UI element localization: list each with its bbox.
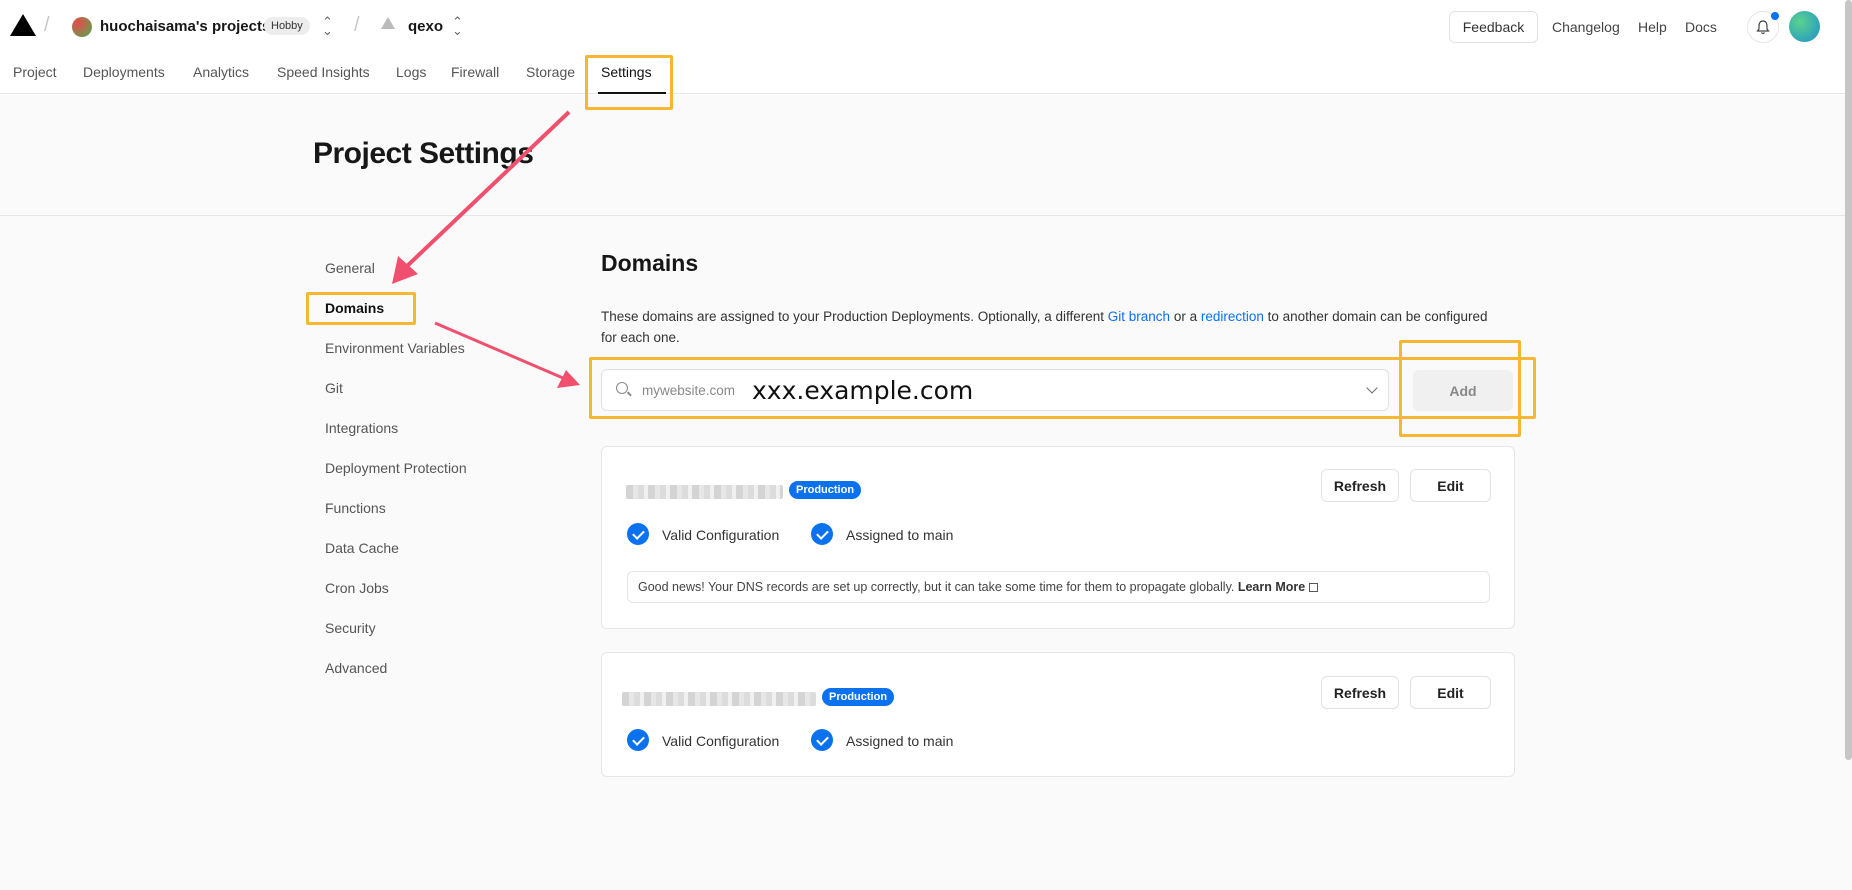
check-circle-icon <box>627 729 649 751</box>
edit-button[interactable]: Edit <box>1410 469 1491 502</box>
domains-description: These domains are assigned to your Produ… <box>601 306 1501 348</box>
user-avatar[interactable] <box>1789 11 1820 42</box>
edit-button[interactable]: Edit <box>1410 676 1491 709</box>
redacted-domain-name[interactable] <box>626 485 783 499</box>
notification-dot <box>1771 12 1779 20</box>
sidebar-item-general[interactable]: General <box>325 260 375 276</box>
sidebar-item-cron-jobs[interactable]: Cron Jobs <box>325 580 389 596</box>
help-link[interactable]: Help <box>1638 19 1667 35</box>
check-circle-icon <box>811 729 833 751</box>
check-circle-icon <box>811 523 833 545</box>
valid-configuration-label: Valid Configuration <box>662 527 780 543</box>
external-link-icon <box>1309 583 1319 592</box>
project-name[interactable]: qexo <box>408 18 443 35</box>
project-tabs: Project Deployments Analytics Speed Insi… <box>0 56 1852 94</box>
dns-note-text: Good news! Your DNS records are set up c… <box>638 580 1238 594</box>
tab-speed-insights[interactable]: Speed Insights <box>277 64 370 80</box>
production-badge: Production <box>822 688 895 706</box>
docs-link[interactable]: Docs <box>1685 19 1717 35</box>
sidebar-item-security[interactable]: Security <box>325 620 376 636</box>
breadcrumb-separator: / <box>44 14 50 36</box>
highlight-domain-input <box>589 357 1536 419</box>
domain-card: Production Refresh Edit Valid Configurat… <box>601 446 1515 629</box>
domain-card: Production Refresh Edit Valid Configurat… <box>601 652 1515 777</box>
desc-text: or a <box>1170 309 1201 324</box>
highlight-add-button <box>1399 340 1521 437</box>
git-branch-link[interactable]: Git branch <box>1108 309 1170 324</box>
page-header: Project Settings <box>0 95 1852 216</box>
page-title: Project Settings <box>313 137 534 170</box>
assigned-to-main-label: Assigned to main <box>846 733 954 749</box>
tab-project[interactable]: Project <box>13 64 57 80</box>
valid-configuration-label: Valid Configuration <box>662 733 780 749</box>
assigned-to-main-label: Assigned to main <box>846 527 954 543</box>
domains-title: Domains <box>601 250 699 276</box>
team-switcher-icon[interactable]: ⌃ ⌄ <box>322 15 333 37</box>
sidebar-item-advanced[interactable]: Advanced <box>325 660 387 676</box>
page-scrollbar[interactable] <box>1845 0 1852 760</box>
tab-logs[interactable]: Logs <box>396 64 426 80</box>
highlight-settings-tab <box>585 55 673 110</box>
sidebar-item-git[interactable]: Git <box>325 380 343 396</box>
sidebar-item-deployment-protection[interactable]: Deployment Protection <box>325 460 467 476</box>
top-header: / huochaisama's projects Hobby ⌃ ⌄ / qexo… <box>0 0 1852 55</box>
tab-deployments[interactable]: Deployments <box>83 64 165 80</box>
sidebar-item-data-cache[interactable]: Data Cache <box>325 540 399 556</box>
tab-storage[interactable]: Storage <box>526 64 575 80</box>
production-badge: Production <box>789 481 862 499</box>
breadcrumb-separator: / <box>354 14 360 36</box>
redirection-link[interactable]: redirection <box>1201 309 1264 324</box>
project-icon <box>381 17 395 29</box>
refresh-button[interactable]: Refresh <box>1321 469 1399 502</box>
sidebar-item-integrations[interactable]: Integrations <box>325 420 398 436</box>
feedback-button[interactable]: Feedback <box>1449 11 1538 43</box>
sidebar-item-environment-variables[interactable]: Environment Variables <box>325 340 465 356</box>
dns-status-note: Good news! Your DNS records are set up c… <box>627 571 1490 603</box>
highlight-domains-item <box>306 292 416 325</box>
sidebar-item-functions[interactable]: Functions <box>325 500 386 516</box>
changelog-link[interactable]: Changelog <box>1552 19 1620 35</box>
tab-analytics[interactable]: Analytics <box>193 64 249 80</box>
check-circle-icon <box>627 523 649 545</box>
plan-badge: Hobby <box>264 17 310 35</box>
team-avatar[interactable] <box>72 17 92 37</box>
team-name[interactable]: huochaisama's projects <box>100 18 270 35</box>
refresh-button[interactable]: Refresh <box>1321 676 1399 709</box>
vercel-logo-icon[interactable] <box>10 14 36 36</box>
project-switcher-icon[interactable]: ⌃ ⌄ <box>452 15 463 37</box>
desc-text: These domains are assigned to your Produ… <box>601 309 1108 324</box>
tab-firewall[interactable]: Firewall <box>451 64 499 80</box>
redacted-domain-name[interactable] <box>622 692 816 706</box>
learn-more-link[interactable]: Learn More <box>1238 580 1305 594</box>
